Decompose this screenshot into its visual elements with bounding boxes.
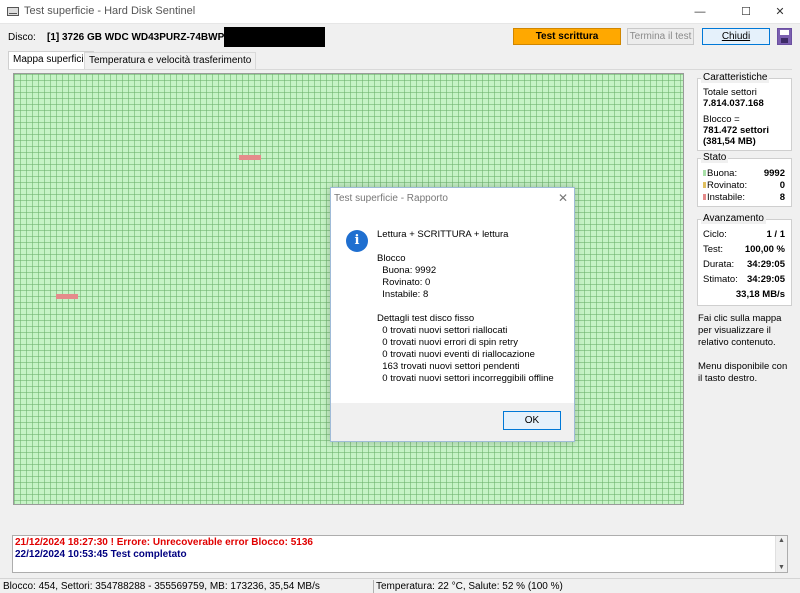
- disk-label: Disco:: [8, 32, 36, 43]
- context-menu-note: Menu disponibile con il tasto destro.: [698, 361, 788, 384]
- log-box[interactable]: 21/12/2024 18:27:30 ! Errore: Unrecovera…: [12, 535, 788, 573]
- total-sectors-label: Totale settori: [703, 87, 757, 98]
- status-temperature-health: Temperatura: 22 °C, Salute: 52 % (100 %): [376, 581, 563, 592]
- duration-label: Durata:: [703, 259, 735, 270]
- unstable-block[interactable]: [239, 155, 261, 160]
- app-icon: [7, 7, 19, 16]
- unstable-legend-swatch: [703, 194, 706, 200]
- tab-temperature-transfer[interactable]: Temperatura e velocità trasferimento: [84, 52, 257, 70]
- characteristics-panel: Caratteristiche Totale settori 7.814.037…: [697, 72, 792, 151]
- close-button-label: Chiudi: [721, 31, 751, 42]
- unstable-value: 8: [779, 192, 785, 203]
- scroll-down-icon[interactable]: ▼: [778, 564, 785, 571]
- minimize-button[interactable]: —: [680, 0, 720, 24]
- redacted-serial: [224, 27, 325, 47]
- speed-value: 33,18 MB/s: [735, 289, 785, 300]
- title-bar: Test superficie - Hard Disk Sentinel — ☐…: [0, 0, 800, 24]
- status-panel: Stato Buona: 9992 Rovinato: 0 Instabile:…: [697, 152, 792, 207]
- dialog-close-icon[interactable]: ✕: [558, 191, 568, 205]
- block-label: Blocco =: [703, 114, 740, 125]
- info-icon: i: [346, 230, 368, 252]
- block-size-value: (381,54 MB): [703, 136, 756, 147]
- progress-heading: Avanzamento: [701, 213, 766, 224]
- good-value: 9992: [763, 168, 785, 179]
- status-bar: Blocco: 454, Settori: 354788288 - 355569…: [0, 578, 800, 593]
- damaged-label: Rovinato:: [707, 180, 748, 191]
- total-sectors-value: 7.814.037.168: [703, 98, 764, 109]
- estimated-label: Stimato:: [703, 274, 738, 285]
- floppy-disk-icon[interactable]: [777, 28, 792, 45]
- duration-value: 34:29:05: [746, 259, 785, 270]
- status-block-info: Blocco: 454, Settori: 354788288 - 355569…: [3, 581, 320, 592]
- estimated-value: 34:29:05: [746, 274, 785, 285]
- damaged-legend-swatch: [703, 182, 706, 188]
- report-dialog: Test superficie - Rapporto ✕ i Lettura +…: [330, 187, 575, 442]
- window-title: Test superficie - Hard Disk Sentinel: [24, 5, 196, 17]
- log-scrollbar[interactable]: ▲ ▼: [775, 536, 787, 572]
- toolbar: Disco: [1] 3726 GB WDC WD43PURZ-74BWPY0 …: [0, 25, 800, 50]
- unstable-label: Instabile:: [707, 192, 746, 203]
- log-completed-line: 22/12/2024 10:53:45 Test completato: [15, 549, 187, 560]
- characteristics-heading: Caratteristiche: [701, 72, 770, 83]
- test-value: 100,00 %: [744, 244, 785, 255]
- log-error-line: 21/12/2024 18:27:30 ! Errore: Unrecovera…: [15, 537, 313, 548]
- damaged-value: 0: [779, 180, 785, 191]
- ok-button[interactable]: OK: [503, 411, 561, 430]
- dialog-message: Lettura + SCRITTURA + lettura Blocco Buo…: [377, 229, 554, 384]
- disk-selector[interactable]: [1] 3726 GB WDC WD43PURZ-74BWPY0: [47, 32, 236, 43]
- map-click-note: Fai clic sulla mappa per visualizzare il…: [698, 313, 782, 348]
- write-test-button[interactable]: Test scrittura: [513, 28, 621, 45]
- stop-test-button[interactable]: Termina il test: [627, 28, 694, 45]
- progress-panel: Avanzamento Ciclo: 1 / 1 Test: 100,00 % …: [697, 213, 792, 306]
- dialog-title: Test superficie - Rapporto: [334, 193, 448, 204]
- dialog-footer: OK: [331, 403, 574, 441]
- close-window-button[interactable]: ✕: [760, 0, 800, 24]
- unstable-block[interactable]: [56, 294, 78, 299]
- cycle-label: Ciclo:: [703, 229, 727, 240]
- good-legend-swatch: [703, 170, 706, 176]
- tab-divider: [8, 69, 792, 70]
- tab-surface-map[interactable]: Mappa superficie: [8, 51, 95, 70]
- cycle-value: 1 / 1: [766, 229, 786, 240]
- status-separator: [373, 580, 374, 593]
- scroll-up-icon[interactable]: ▲: [778, 537, 785, 544]
- good-label: Buona:: [707, 168, 738, 179]
- close-button[interactable]: Chiudi: [702, 28, 770, 45]
- status-heading: Stato: [701, 152, 729, 163]
- test-label: Test:: [703, 244, 724, 255]
- block-sectors-value: 781.472 settori: [703, 125, 770, 136]
